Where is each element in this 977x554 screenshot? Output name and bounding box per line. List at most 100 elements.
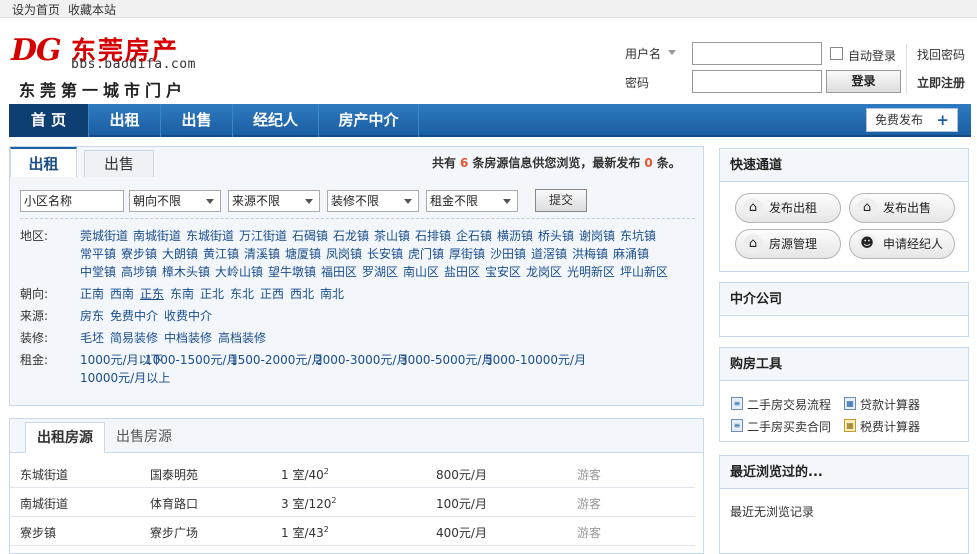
rent-option[interactable]: 1500-2000元/月 <box>230 351 323 368</box>
area-option[interactable]: 长安镇 <box>367 245 403 262</box>
area-option[interactable]: 沙田镇 <box>490 245 526 262</box>
rent-option[interactable]: 5000-10000元/月 <box>485 351 586 368</box>
row-area[interactable]: 东城街道 <box>20 466 68 483</box>
area-option[interactable]: 石排镇 <box>415 227 451 244</box>
table-row[interactable]: 寮步镇 寮步广场 1 室/432 400元/月 游客 <box>10 517 695 546</box>
apply-agent-button[interactable]: ☻ 申请经纪人 <box>849 229 955 259</box>
area-option[interactable]: 大岭山镇 <box>215 263 263 280</box>
area-option[interactable]: 桥头镇 <box>538 227 574 244</box>
contract-link[interactable]: ≡ 二手房买卖合同 <box>731 418 831 435</box>
nav-item-rent[interactable]: 出租 <box>89 104 161 137</box>
area-option[interactable]: 企石镇 <box>456 227 492 244</box>
publish-sale-button[interactable]: ⌂ 发布出售 <box>849 193 955 223</box>
tab-rent-listings[interactable]: 出租房源 <box>25 422 105 453</box>
area-option[interactable]: 道滘镇 <box>531 245 567 262</box>
area-option[interactable]: 罗湖区 <box>362 263 398 280</box>
area-option[interactable]: 石龙镇 <box>333 227 369 244</box>
orients-option[interactable]: 正西 <box>260 285 284 302</box>
nav-item-agency[interactable]: 房产中介 <box>319 104 419 137</box>
area-option[interactable]: 麻涌镇 <box>613 245 649 262</box>
rent-select[interactable]: 租金不限 <box>426 190 518 212</box>
area-option[interactable]: 清溪镇 <box>244 245 280 262</box>
area-option[interactable]: 茶山镇 <box>374 227 410 244</box>
tab-rent[interactable]: 出租 <box>10 147 77 177</box>
sources-option[interactable]: 收费中介 <box>164 307 212 324</box>
rent-option[interactable]: 1000-1500元/月 <box>145 351 238 368</box>
nav-item-sale[interactable]: 出售 <box>161 104 233 137</box>
decos-option[interactable]: 高档装修 <box>218 329 266 346</box>
orients-option[interactable]: 西南 <box>110 285 134 302</box>
find-password-link[interactable]: 找回密码 <box>917 46 965 63</box>
source-select[interactable]: 来源不限 <box>228 190 320 212</box>
area-option[interactable]: 宝安区 <box>485 263 521 280</box>
orients-option[interactable]: 东南 <box>170 285 194 302</box>
area-option[interactable]: 中堂镇 <box>80 263 116 280</box>
rent-option[interactable]: 10000元/月以上 <box>80 369 170 386</box>
community-input[interactable]: 小区名称 <box>20 190 124 212</box>
orients-option[interactable]: 西北 <box>290 285 314 302</box>
password-input[interactable] <box>692 70 822 93</box>
area-option[interactable]: 福田区 <box>321 263 357 280</box>
register-link[interactable]: 立即注册 <box>917 74 965 91</box>
area-option[interactable]: 盐田区 <box>444 263 480 280</box>
area-option[interactable]: 黄江镇 <box>203 245 239 262</box>
rent-option[interactable]: 3000-5000元/月 <box>400 351 493 368</box>
area-option[interactable]: 石碣镇 <box>292 227 328 244</box>
orientation-select[interactable]: 朝向不限 <box>129 190 221 212</box>
area-option[interactable]: 南山区 <box>403 263 439 280</box>
area-option[interactable]: 樟木头镇 <box>162 263 210 280</box>
trade-process-link[interactable]: ≡ 二手房交易流程 <box>731 396 831 413</box>
row-area[interactable]: 南城街道 <box>20 495 68 512</box>
area-option[interactable]: 东坑镇 <box>620 227 656 244</box>
decos-option[interactable]: 简易装修 <box>110 329 158 346</box>
username-input[interactable] <box>692 42 822 65</box>
nav-item-home[interactable]: 首 页 <box>9 104 89 137</box>
orients-option[interactable]: 正东 <box>140 285 164 302</box>
login-button[interactable]: 登录 <box>826 70 901 93</box>
area-option[interactable]: 凤岗镇 <box>326 245 362 262</box>
rent-option[interactable]: 2000-3000元/月 <box>315 351 408 368</box>
auto-login-checkbox[interactable] <box>830 47 843 60</box>
decos-option[interactable]: 毛坯 <box>80 329 104 346</box>
orients-option[interactable]: 东北 <box>230 285 254 302</box>
nav-item-agent[interactable]: 经纪人 <box>233 104 319 137</box>
area-option[interactable]: 厚街镇 <box>449 245 485 262</box>
orients-option[interactable]: 正北 <box>200 285 224 302</box>
set-home-link[interactable]: 设为首页 <box>12 1 60 18</box>
area-option[interactable]: 虎门镇 <box>408 245 444 262</box>
bookmark-link[interactable]: 收藏本站 <box>68 1 116 18</box>
area-option[interactable]: 莞城街道 <box>80 227 128 244</box>
tax-calculator-link[interactable]: ▦ 税费计算器 <box>844 418 920 435</box>
area-option[interactable]: 坪山新区 <box>620 263 668 280</box>
orients-option[interactable]: 南北 <box>320 285 344 302</box>
decos-option[interactable]: 中档装修 <box>164 329 212 346</box>
loan-calculator-link[interactable]: ▦ 贷款计算器 <box>844 396 920 413</box>
submit-button[interactable]: 提交 <box>535 189 587 212</box>
area-option[interactable]: 大朗镇 <box>162 245 198 262</box>
decoration-select[interactable]: 装修不限 <box>327 190 419 212</box>
orients-option[interactable]: 正南 <box>80 285 104 302</box>
area-option[interactable]: 谢岗镇 <box>579 227 615 244</box>
tab-sale[interactable]: 出售 <box>84 150 154 177</box>
area-option[interactable]: 寮步镇 <box>121 245 157 262</box>
area-option[interactable]: 光明新区 <box>567 263 615 280</box>
area-option[interactable]: 塘厦镇 <box>285 245 321 262</box>
area-option[interactable]: 高埗镇 <box>121 263 157 280</box>
area-option[interactable]: 望牛墩镇 <box>268 263 316 280</box>
chevron-down-icon[interactable] <box>668 50 676 55</box>
site-logo[interactable]: DG 东莞房产 bbs.baodifa.com 东莞第一城市门户 <box>9 29 261 100</box>
area-option[interactable]: 洪梅镇 <box>572 245 608 262</box>
area-option[interactable]: 横沥镇 <box>497 227 533 244</box>
free-publish-button[interactable]: 免费发布 + <box>866 108 958 132</box>
row-community[interactable]: 国泰明苑 <box>150 466 198 483</box>
area-option[interactable]: 常平镇 <box>80 245 116 262</box>
area-option[interactable]: 东城街道 <box>186 227 234 244</box>
row-community[interactable]: 寮步广场 <box>150 524 198 541</box>
area-option[interactable]: 万江街道 <box>239 227 287 244</box>
listing-manage-button[interactable]: ⌂ 房源管理 <box>735 229 841 259</box>
table-row[interactable]: 东城街道 国泰明苑 1 室/402 800元/月 游客 <box>10 459 695 488</box>
table-row[interactable]: 南城街道 体育路口 3 室/1202 100元/月 游客 <box>10 488 695 517</box>
row-area[interactable]: 寮步镇 <box>20 524 56 541</box>
area-option[interactable]: 南城街道 <box>133 227 181 244</box>
publish-rent-button[interactable]: ⌂ 发布出租 <box>735 193 841 223</box>
